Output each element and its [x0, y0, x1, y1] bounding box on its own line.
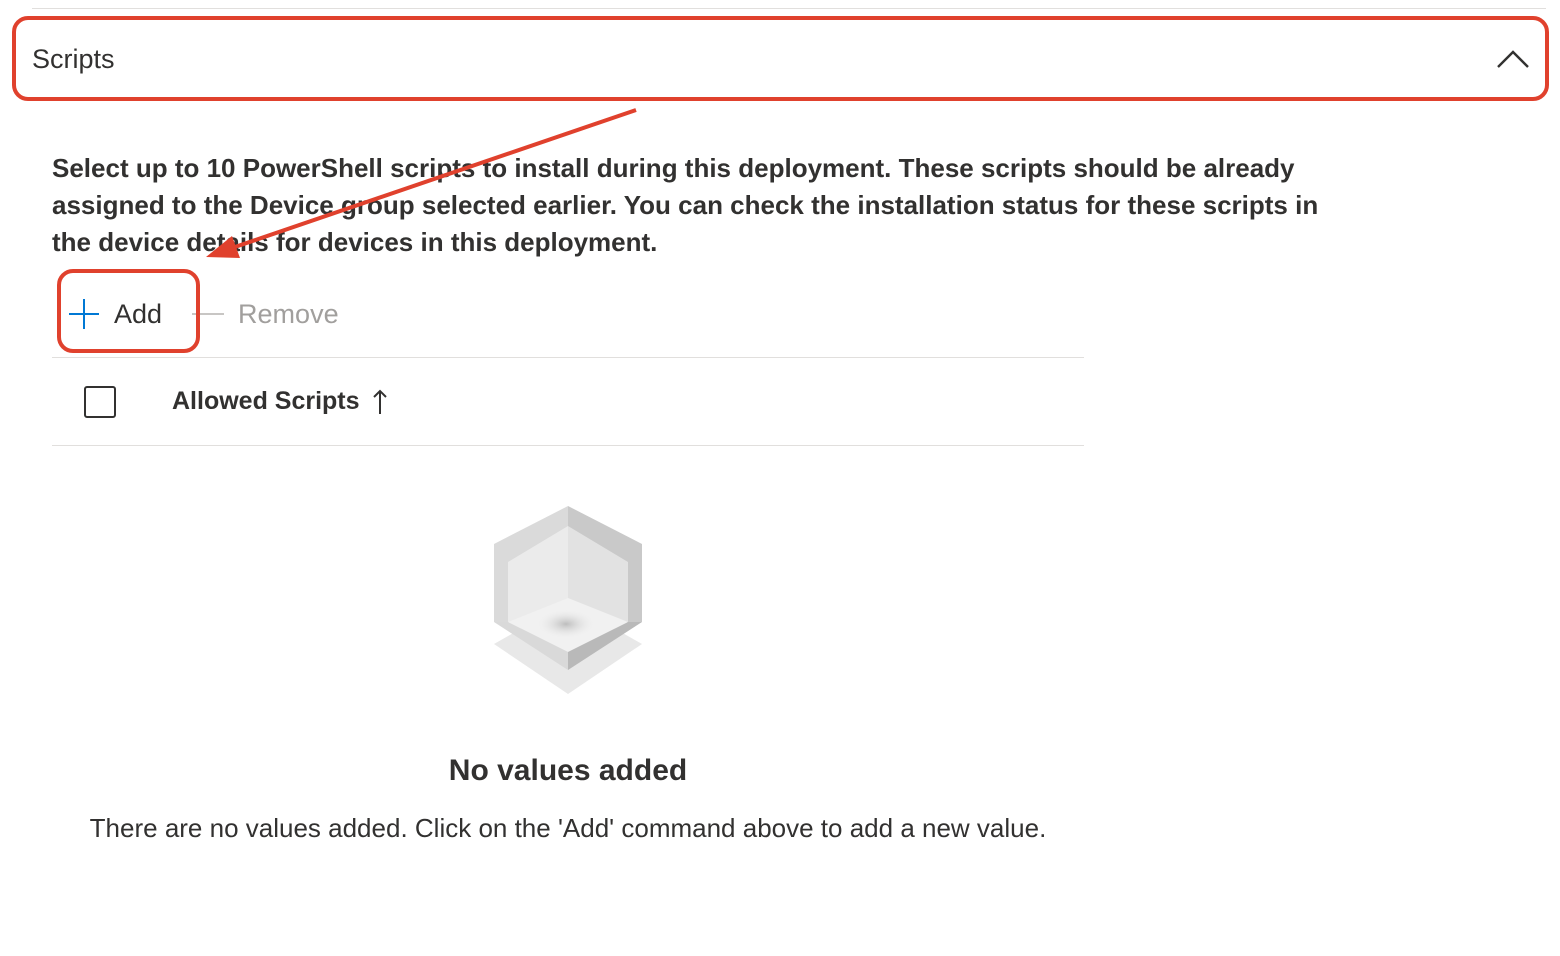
chevron-up-icon[interactable]	[1496, 49, 1530, 69]
scripts-section-header[interactable]: Scripts	[12, 18, 1548, 100]
minus-icon	[192, 313, 225, 315]
section-description: Select up to 10 PowerShell scripts to in…	[52, 153, 1319, 257]
column-header-allowed-scripts[interactable]: Allowed Scripts	[172, 387, 388, 416]
add-button-label: Add	[114, 298, 163, 329]
empty-box-icon	[494, 506, 642, 694]
add-button[interactable]: Add	[52, 288, 176, 340]
section-title: Scripts	[32, 43, 115, 74]
command-bar: Add Remove	[52, 288, 353, 340]
remove-button-label: Remove	[238, 298, 339, 329]
plus-icon	[69, 299, 99, 329]
remove-button[interactable]: Remove	[176, 288, 353, 340]
empty-state-message: There are no values added. Click on the …	[89, 813, 1047, 843]
arrow-up-icon	[372, 389, 387, 414]
select-all-checkbox[interactable]	[84, 385, 116, 418]
empty-state-title: No values added	[448, 754, 688, 787]
page: Scripts Select up to 10 PowerShell scrip…	[0, 0, 1560, 956]
top-divider	[32, 8, 1546, 9]
column-header-label: Allowed Scripts	[172, 387, 360, 415]
scripts-table: Allowed Scripts	[52, 357, 1084, 446]
